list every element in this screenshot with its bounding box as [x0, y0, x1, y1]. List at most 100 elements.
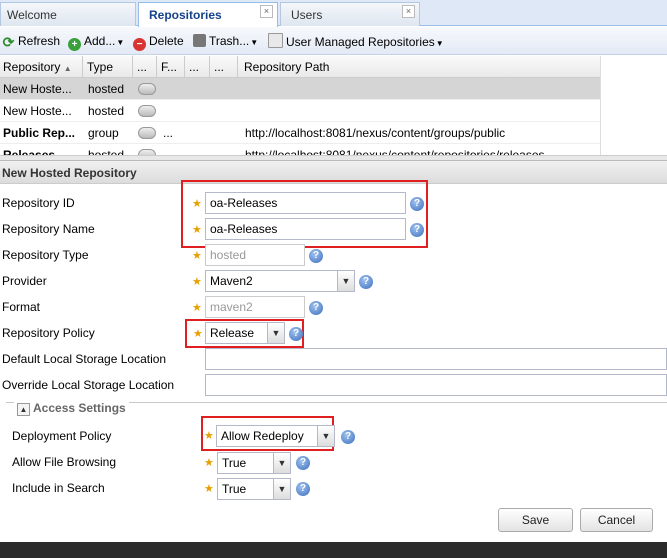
- chevron-down-icon: ▼: [435, 39, 444, 48]
- help-icon[interactable]: ?: [410, 223, 424, 237]
- column-label: ...: [137, 60, 148, 74]
- override-storage-field[interactable]: [205, 374, 667, 396]
- policy-value: Release: [210, 326, 255, 340]
- trash-icon: [193, 34, 206, 47]
- repository-policy-label: Repository Policy: [2, 326, 95, 340]
- default-storage-field[interactable]: [205, 348, 667, 370]
- help-icon[interactable]: ?: [309, 249, 323, 263]
- tab-users[interactable]: Users ×: [280, 2, 420, 26]
- row-path[interactable]: http://localhost:8081/nexus/content/grou…: [242, 122, 600, 144]
- collapse-icon[interactable]: ▲: [17, 403, 30, 416]
- column-label: ...: [189, 60, 200, 74]
- repository-type-label: Repository Type: [2, 248, 89, 262]
- trash-label: Trash...: [209, 34, 250, 48]
- repository-policy-select[interactable]: Release ▼: [205, 322, 285, 344]
- row-name: Public Rep...: [3, 126, 76, 140]
- column-repository[interactable]: Repository ▲: [0, 56, 83, 78]
- column-label: F...: [161, 60, 178, 74]
- repository-type-field: hosted: [205, 244, 305, 266]
- access-settings-legend[interactable]: ▲ Access Settings: [14, 401, 129, 416]
- repository-id-field[interactable]: oa-Releases: [205, 192, 406, 214]
- grid-scroll-area: [600, 56, 667, 155]
- repository-name-field[interactable]: oa-Releases: [205, 218, 406, 240]
- provider-value: Maven2: [210, 274, 253, 288]
- delete-button[interactable]: − Delete: [133, 33, 184, 51]
- provider-select[interactable]: Maven2 ▼: [205, 270, 355, 292]
- required-star-icon: ★: [192, 250, 202, 262]
- row-name: New Hoste...: [3, 104, 72, 118]
- refresh-label: Refresh: [18, 34, 61, 48]
- provider-label: Provider: [2, 274, 47, 288]
- row-name: Releases: [3, 148, 56, 155]
- window-bottom-bar: [0, 542, 667, 558]
- trash-button[interactable]: Trash...▼: [193, 33, 258, 49]
- format-label: Format: [2, 300, 41, 314]
- close-icon[interactable]: ×: [402, 5, 415, 18]
- page-icon: [268, 33, 283, 48]
- row-type: hosted: [88, 148, 125, 155]
- required-star-icon: ★: [204, 457, 214, 469]
- tab-repositories[interactable]: Repositories ×: [138, 2, 278, 27]
- required-star-icon: ★: [192, 224, 202, 236]
- column-extra-1[interactable]: ...: [186, 56, 210, 78]
- sort-asc-icon: ▲: [63, 64, 72, 73]
- browsing-value: True: [222, 456, 247, 470]
- status-toggle-icon: [138, 127, 156, 139]
- table-row[interactable]: New Hoste... hosted: [0, 78, 600, 100]
- row-type: hosted: [88, 82, 125, 96]
- include-in-search-select[interactable]: True ▼: [217, 478, 291, 500]
- chevron-down-icon[interactable]: ▼: [273, 453, 290, 473]
- chevron-down-icon: ▼: [116, 38, 125, 47]
- help-icon[interactable]: ?: [296, 482, 310, 496]
- chevron-down-icon[interactable]: ▼: [273, 479, 290, 499]
- tab-welcome[interactable]: Welcome: [0, 2, 136, 26]
- required-star-icon: ★: [204, 430, 214, 442]
- file-browsing-label: Allow File Browsing: [12, 455, 117, 469]
- cancel-button[interactable]: Cancel: [580, 508, 653, 532]
- required-star-icon: ★: [192, 198, 202, 210]
- legend-label: Access Settings: [33, 401, 126, 415]
- help-icon[interactable]: ?: [341, 430, 355, 444]
- help-icon[interactable]: ?: [296, 456, 310, 470]
- column-extra-2[interactable]: ...: [211, 56, 238, 78]
- tab-label: Users: [291, 8, 323, 22]
- column-status[interactable]: ...: [134, 56, 157, 78]
- user-managed-repositories-button[interactable]: User Managed Repositories▼: [268, 33, 444, 49]
- deployment-policy-select[interactable]: Allow Redeploy ▼: [216, 425, 335, 447]
- chevron-down-icon[interactable]: ▼: [337, 271, 354, 291]
- save-button[interactable]: Save: [498, 508, 573, 532]
- row-path[interactable]: http://localhost:8081/nexus/content/repo…: [242, 144, 600, 155]
- required-star-icon: ★: [192, 302, 202, 314]
- table-row[interactable]: Public Rep... group ... http://localhost…: [0, 122, 600, 144]
- required-star-icon: ★: [192, 276, 202, 288]
- column-type[interactable]: Type: [84, 56, 133, 78]
- user-managed-label: User Managed Repositories: [286, 35, 435, 49]
- add-icon: +: [68, 38, 81, 51]
- repository-grid-header: Repository ▲ Type ... F... ... ... Repos…: [0, 56, 600, 78]
- row-extra: ...: [163, 126, 174, 140]
- row-name: New Hoste...: [3, 82, 72, 96]
- delete-label: Delete: [149, 34, 184, 48]
- table-row[interactable]: New Hoste... hosted: [0, 100, 600, 122]
- repository-id-label: Repository ID: [2, 196, 75, 210]
- add-button[interactable]: + Add...▼: [68, 33, 125, 51]
- toolbar: ⟳ Refresh + Add...▼ − Delete Trash...▼ User…: [0, 27, 667, 55]
- help-icon[interactable]: ?: [289, 327, 303, 341]
- help-icon[interactable]: ?: [410, 197, 424, 211]
- help-icon[interactable]: ?: [359, 275, 373, 289]
- override-storage-label: Override Local Storage Location: [2, 378, 175, 392]
- refresh-button[interactable]: ⟳ Refresh: [2, 33, 60, 49]
- chevron-down-icon[interactable]: ▼: [317, 426, 334, 446]
- help-icon[interactable]: ?: [309, 301, 323, 315]
- column-label: Repository: [3, 60, 61, 74]
- status-toggle-icon: [138, 83, 156, 95]
- row-type: group: [88, 126, 119, 140]
- repository-name-label: Repository Name: [2, 222, 95, 236]
- chevron-down-icon: ▼: [250, 38, 259, 47]
- column-repository-path[interactable]: Repository Path: [239, 56, 600, 78]
- column-format[interactable]: F...: [158, 56, 185, 78]
- chevron-down-icon[interactable]: ▼: [267, 323, 284, 343]
- table-row[interactable]: Releases hosted http://localhost:8081/ne…: [0, 144, 600, 155]
- file-browsing-select[interactable]: True ▼: [217, 452, 291, 474]
- close-icon[interactable]: ×: [260, 5, 273, 18]
